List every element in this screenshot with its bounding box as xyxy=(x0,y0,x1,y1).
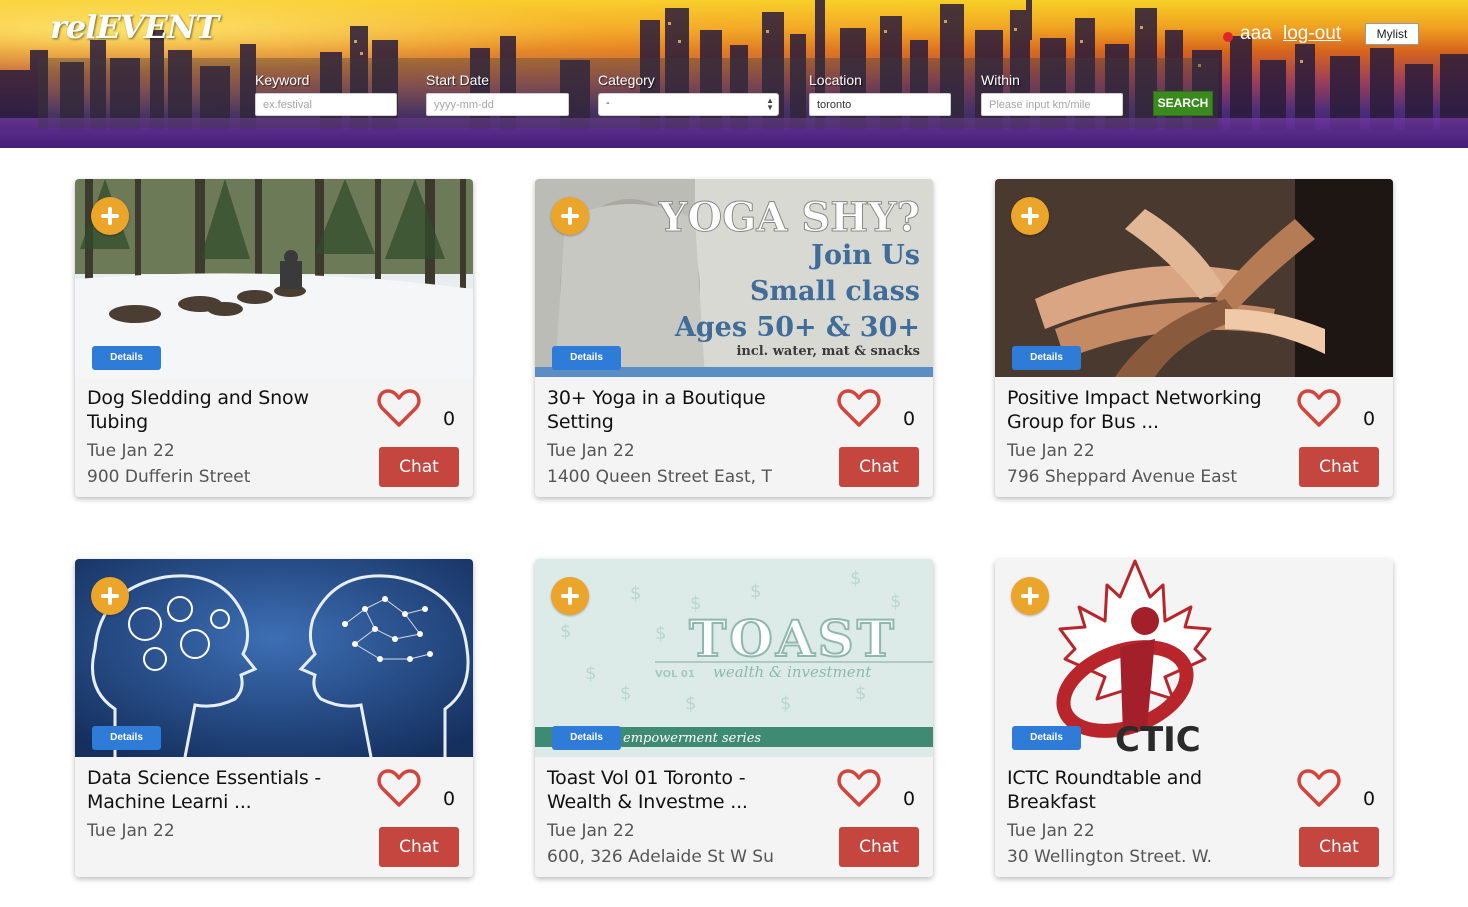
location-input[interactable] xyxy=(809,93,951,116)
event-card[interactable]: $ $ $ $ $ $ $ $ $ $ $ $ TOAST VOL 01 wealth & in… xyxy=(535,559,933,877)
add-to-list-button[interactable] xyxy=(91,197,129,235)
event-card[interactable]: YOGA SHY? Join Us Small class Ages 50+ &… xyxy=(535,179,933,497)
add-to-list-button[interactable] xyxy=(91,577,129,615)
details-button[interactable]: Details xyxy=(1012,346,1081,370)
svg-text:$: $ xyxy=(780,693,791,714)
ictc-logo-text: CTIC xyxy=(1115,720,1201,757)
event-date: Tue Jan 22 xyxy=(1007,441,1095,461)
add-to-list-button[interactable] xyxy=(551,577,589,615)
category-select[interactable]: - ▲ ▼ xyxy=(598,93,779,116)
svg-text:$: $ xyxy=(560,621,571,642)
category-selected-value: - xyxy=(606,97,610,109)
like-count: 0 xyxy=(443,408,456,430)
event-date: Tue Jan 22 xyxy=(1007,821,1095,841)
category-label: Category xyxy=(598,72,655,88)
heart-icon[interactable] xyxy=(837,387,881,429)
start-date-label: Start Date xyxy=(426,72,490,88)
start-date-input[interactable] xyxy=(426,93,569,116)
toast-poster-subtitle: wealth & investment xyxy=(713,663,872,681)
location-label: Location xyxy=(809,72,862,88)
app-logo[interactable]: relEVENT xyxy=(50,8,219,46)
keyword-input[interactable] xyxy=(255,93,397,116)
event-address: 900 Dufferin Street xyxy=(87,467,251,487)
svg-text:$: $ xyxy=(855,683,866,704)
details-button[interactable]: Details xyxy=(92,346,161,370)
event-date: Tue Jan 22 xyxy=(87,821,175,841)
yoga-poster-line3: Small class xyxy=(750,276,920,307)
select-arrows-icon: ▲ ▼ xyxy=(766,96,774,112)
svg-text:$: $ xyxy=(750,581,761,602)
search-button[interactable]: SEARCH xyxy=(1153,91,1213,116)
like-count: 0 xyxy=(903,788,916,810)
heart-icon[interactable] xyxy=(1297,387,1341,429)
event-card[interactable]: Details Dog Sledding and Snow Tubing Tue… xyxy=(75,179,473,497)
svg-text:$: $ xyxy=(655,623,666,644)
add-to-list-button[interactable] xyxy=(1011,577,1049,615)
details-button[interactable]: Details xyxy=(552,346,621,370)
chat-button[interactable]: Chat xyxy=(1299,827,1379,867)
event-card[interactable]: CTIC Details ICTC Roundtable and Breakfa… xyxy=(995,559,1393,877)
event-date: Tue Jan 22 xyxy=(547,441,635,461)
mylist-button[interactable]: Mylist xyxy=(1365,23,1419,45)
keyword-label: Keyword xyxy=(255,72,310,88)
heart-icon[interactable] xyxy=(837,767,881,809)
heart-icon[interactable] xyxy=(377,387,421,429)
event-date: Tue Jan 22 xyxy=(547,821,635,841)
like-count: 0 xyxy=(1363,408,1376,430)
chat-button[interactable]: Chat xyxy=(839,827,919,867)
toast-poster-title: TOAST xyxy=(689,609,897,668)
like-count: 0 xyxy=(443,788,456,810)
details-button[interactable]: Details xyxy=(92,726,161,750)
chat-button[interactable]: Chat xyxy=(379,447,459,487)
online-status-icon xyxy=(1223,32,1233,42)
yoga-poster-line4: Ages 50+ & 30+ xyxy=(674,312,920,343)
event-card[interactable]: Details Data Science Essentials - Machin… xyxy=(75,559,473,877)
yoga-poster-line2: Join Us xyxy=(809,240,920,271)
event-title[interactable]: Positive Impact Networking Group for Bus… xyxy=(1007,386,1275,434)
heart-icon[interactable] xyxy=(377,767,421,809)
svg-text:$: $ xyxy=(585,663,596,684)
heart-icon[interactable] xyxy=(1297,767,1341,809)
event-title[interactable]: Toast Vol 01 Toronto - Wealth & Investme… xyxy=(547,766,815,814)
svg-text:$: $ xyxy=(685,693,696,714)
event-title[interactable]: Dog Sledding and Snow Tubing xyxy=(87,386,355,434)
event-title[interactable]: Data Science Essentials - Machine Learni… xyxy=(87,766,355,814)
toast-poster-series: empowerment series xyxy=(623,731,761,746)
toast-poster-vol: VOL 01 xyxy=(655,669,695,680)
add-to-list-button[interactable] xyxy=(1011,197,1049,235)
event-title[interactable]: 30+ Yoga in a Boutique Setting xyxy=(547,386,815,434)
details-button[interactable]: Details xyxy=(1012,726,1081,750)
within-input[interactable] xyxy=(981,93,1123,116)
add-to-list-button[interactable] xyxy=(551,197,589,235)
like-count: 0 xyxy=(1363,788,1376,810)
username: aaa xyxy=(1240,23,1272,44)
details-button[interactable]: Details xyxy=(552,726,621,750)
event-address: 600, 326 Adelaide St W Su xyxy=(547,847,774,867)
event-address: 796 Sheppard Avenue East xyxy=(1007,467,1238,487)
like-count: 0 xyxy=(903,408,916,430)
chat-button[interactable]: Chat xyxy=(379,827,459,867)
svg-text:$: $ xyxy=(620,683,631,704)
logout-link[interactable]: log-out xyxy=(1283,23,1341,45)
chat-button[interactable]: Chat xyxy=(1299,447,1379,487)
chat-button[interactable]: Chat xyxy=(839,447,919,487)
event-address: 30 Wellington Street. W. xyxy=(1007,847,1213,867)
within-label: Within xyxy=(981,72,1020,88)
svg-text:$: $ xyxy=(630,583,641,604)
event-date: Tue Jan 22 xyxy=(87,441,175,461)
svg-text:$: $ xyxy=(850,568,861,589)
yoga-poster-line1: YOGA SHY? xyxy=(658,194,920,241)
event-title[interactable]: ICTC Roundtable and Breakfast xyxy=(1007,766,1275,814)
event-address: 1400 Queen Street East, T xyxy=(547,467,772,487)
event-card[interactable]: Details Positive Impact Networking Group… xyxy=(995,179,1393,497)
yoga-poster-line5: incl. water, mat & snacks xyxy=(736,344,920,359)
